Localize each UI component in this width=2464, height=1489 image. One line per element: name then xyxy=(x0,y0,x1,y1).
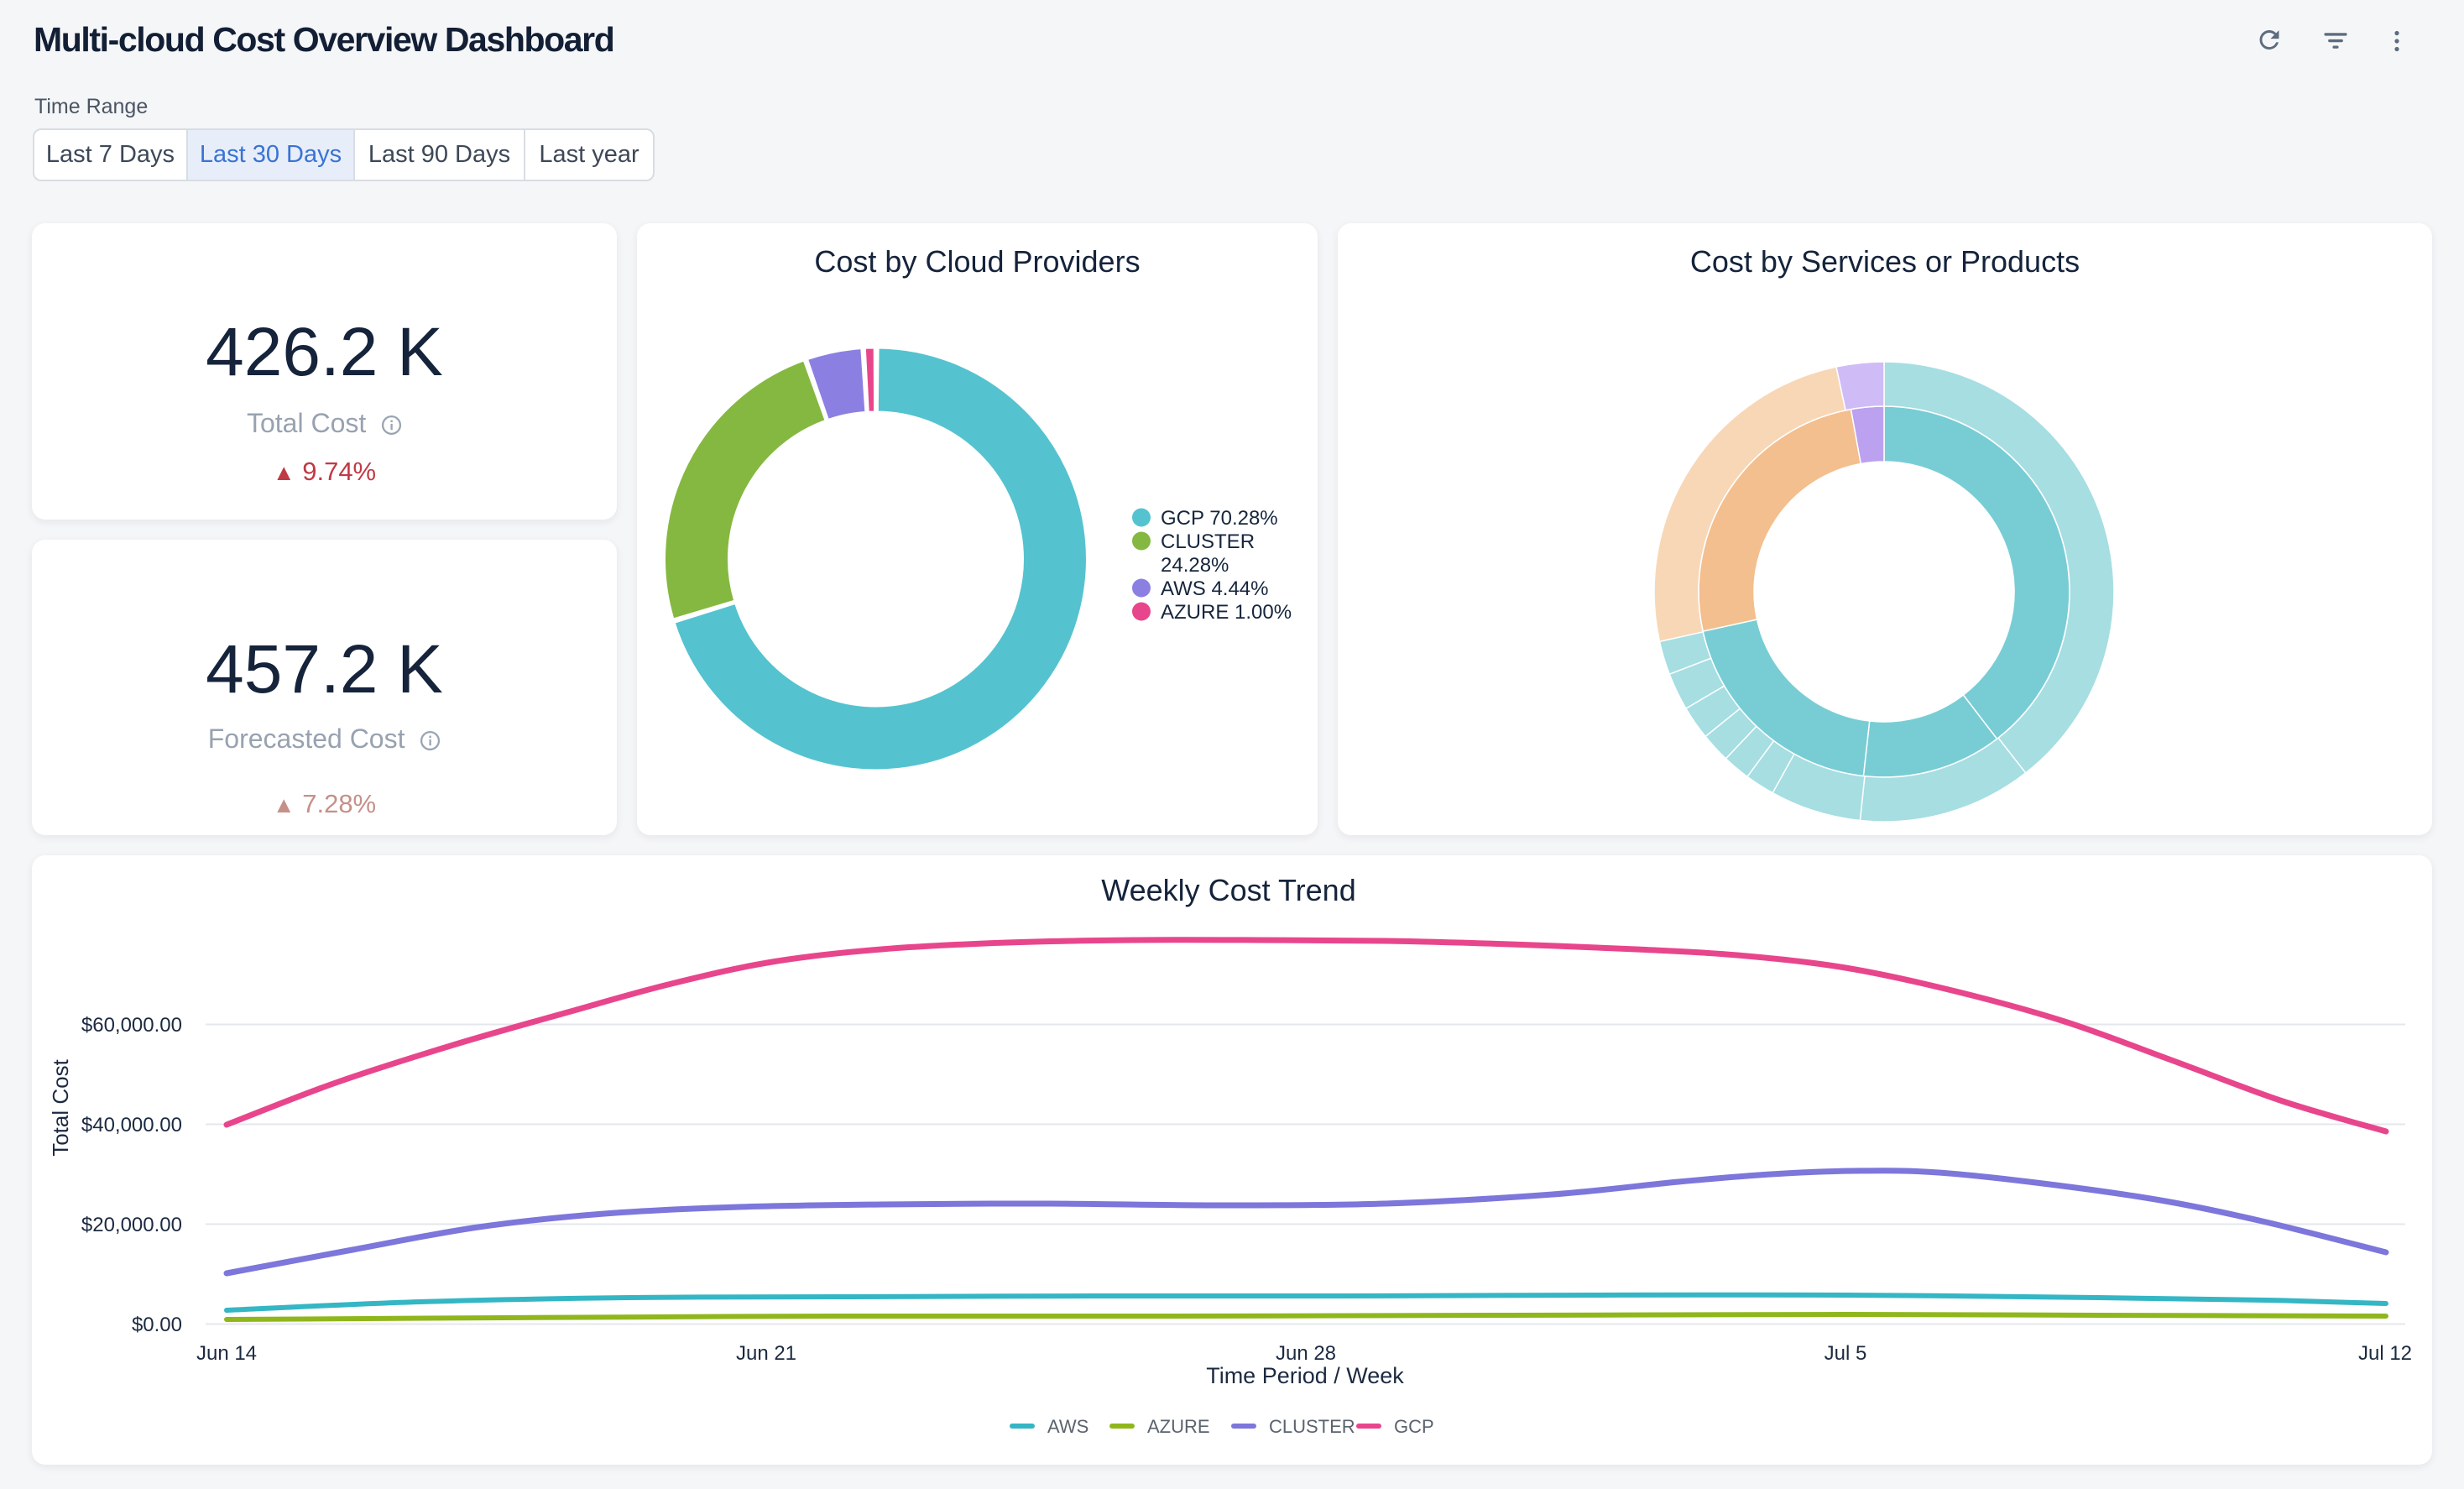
svg-text:CLUSTER: CLUSTER xyxy=(1269,1416,1355,1437)
svg-text:Weekly Cost Trend: Weekly Cost Trend xyxy=(1101,873,1355,907)
svg-text:$20,000.00: $20,000.00 xyxy=(81,1214,182,1236)
svg-text:Total Cost: Total Cost xyxy=(48,1058,73,1156)
svg-text:Jun 14: Jun 14 xyxy=(196,1342,257,1365)
svg-text:Jun 21: Jun 21 xyxy=(736,1342,796,1365)
svg-text:$60,000.00: $60,000.00 xyxy=(81,1014,182,1037)
svg-text:Jun 28: Jun 28 xyxy=(1276,1342,1336,1365)
svg-text:CLUSTER: CLUSTER xyxy=(1161,530,1255,553)
svg-text:AZURE: AZURE xyxy=(1147,1416,1210,1437)
svg-text:Jul 12: Jul 12 xyxy=(2358,1342,2412,1365)
svg-text:AWS 4.44%: AWS 4.44% xyxy=(1161,577,1269,600)
svg-text:Jul 5: Jul 5 xyxy=(1825,1342,1867,1365)
svg-text:GCP 70.28%: GCP 70.28% xyxy=(1161,507,1278,530)
svg-text:GCP: GCP xyxy=(1394,1416,1434,1437)
svg-text:24.28%: 24.28% xyxy=(1161,554,1229,577)
svg-text:AWS: AWS xyxy=(1047,1416,1088,1437)
svg-text:$0.00: $0.00 xyxy=(132,1314,182,1336)
svg-text:$40,000.00: $40,000.00 xyxy=(81,1114,182,1136)
svg-text:AZURE 1.00%: AZURE 1.00% xyxy=(1161,601,1292,624)
svg-text:Time Period / Week: Time Period / Week xyxy=(1206,1363,1404,1388)
